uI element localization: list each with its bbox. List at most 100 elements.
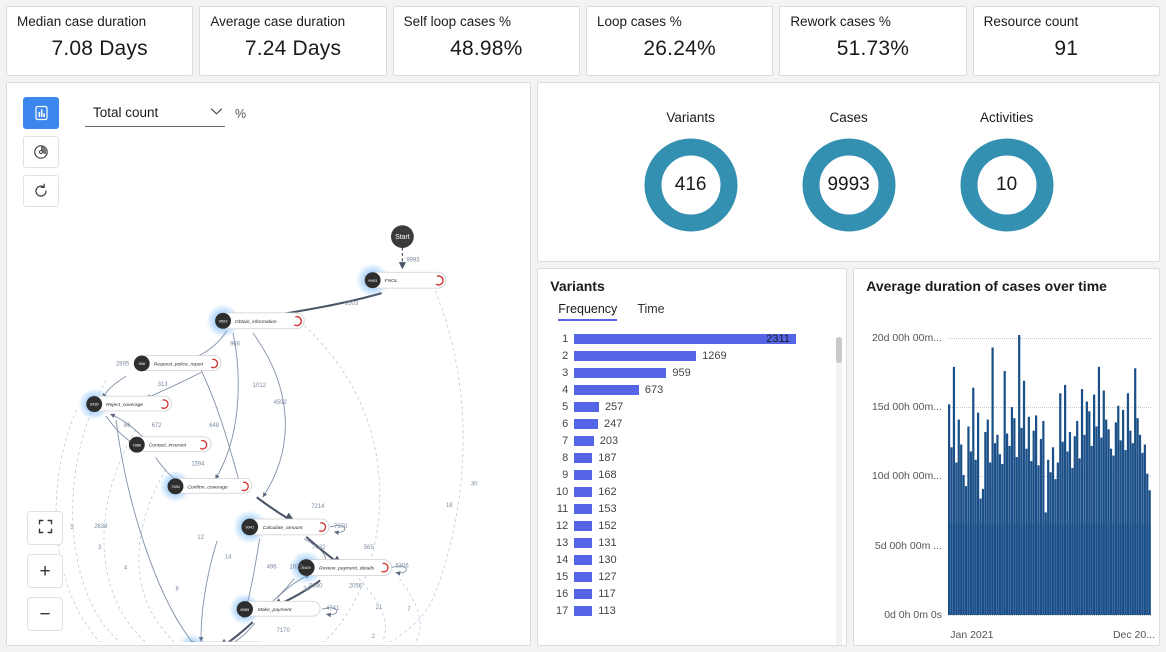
- kpi-value: 51.73%: [836, 37, 910, 60]
- metric-select[interactable]: Total count: [85, 101, 225, 127]
- variant-bar[interactable]: [574, 537, 593, 548]
- process-map-canvas[interactable]: Start End 9993 FNOL: [7, 83, 530, 642]
- variant-bar[interactable]: [574, 418, 598, 429]
- variant-bar-row[interactable]: 11 153: [546, 500, 846, 517]
- variant-bar[interactable]: [574, 503, 593, 514]
- metric-select-group: Total count %: [85, 101, 246, 127]
- variants-title: Variants: [550, 278, 605, 294]
- variants-scrollbar[interactable]: [836, 337, 843, 645]
- minus-icon: −: [39, 603, 51, 625]
- svg-text:8989: 8989: [240, 607, 250, 612]
- variant-value: 673: [644, 383, 664, 396]
- svg-text:4592: 4592: [274, 400, 287, 406]
- svg-text:9993: 9993: [368, 278, 378, 283]
- activity-node-contact-insurant: 7886 Contact_insurant: [128, 436, 212, 453]
- variant-bar-row[interactable]: 1 2311: [546, 330, 846, 347]
- variant-bar[interactable]: [574, 605, 593, 616]
- svg-text:9041: 9041: [245, 525, 254, 530]
- process-graph-panel[interactable]: Total count % Start 9993 FNOL 9503 Obtai…: [6, 82, 532, 646]
- variant-bar-row[interactable]: 13 131: [546, 534, 846, 551]
- variant-value: 1269: [702, 349, 727, 362]
- variant-value: 203: [599, 434, 619, 447]
- variant-bar[interactable]: [574, 469, 593, 480]
- variant-bar[interactable]: [574, 333, 797, 344]
- variants-bar-list[interactable]: 1 2311 2 1269 3 959 4 673 5 257 6 247 7 203 8 187 9 168 10…: [538, 330, 846, 619]
- variant-bar[interactable]: [574, 435, 594, 446]
- zoom-in-button[interactable]: +: [27, 554, 63, 588]
- variant-bar[interactable]: [574, 571, 593, 582]
- activity-node-make-payment: 8989 Make_payment: [228, 593, 321, 626]
- variant-value: 152: [598, 519, 617, 532]
- activity-node-request-police-report: 966 Request_police_report: [133, 355, 222, 372]
- svg-text:1622: 1622: [289, 565, 302, 571]
- performance-view-button[interactable]: [23, 136, 59, 168]
- variant-bar-row[interactable]: 5 257: [546, 398, 846, 415]
- svg-text:34: 34: [303, 586, 310, 592]
- variant-bar-row[interactable]: 6 247: [546, 415, 846, 432]
- variant-value: 162: [598, 485, 617, 498]
- donut-value: 10: [996, 173, 1018, 195]
- variant-rank: 3: [562, 366, 569, 379]
- variants-scrollbar-thumb[interactable]: [836, 337, 843, 363]
- fit-to-screen-button[interactable]: [27, 511, 63, 545]
- variant-bar[interactable]: [574, 367, 667, 378]
- variant-rank: 9: [562, 468, 569, 481]
- variant-bar-row[interactable]: 9 168: [546, 466, 846, 483]
- svg-text:5306: 5306: [395, 564, 409, 570]
- bar-chart-icon: [34, 105, 49, 121]
- variant-bar[interactable]: [574, 588, 593, 599]
- refresh-view-button[interactable]: [23, 175, 59, 207]
- variant-bar-row[interactable]: 12 152: [546, 517, 846, 534]
- kpi-card-median-case-duration: Median case duration 7.08 Days: [6, 6, 194, 76]
- variant-bar-row[interactable]: 16 117: [546, 585, 846, 602]
- variant-bar-row[interactable]: 3 959: [546, 364, 846, 381]
- variant-bar[interactable]: [574, 401, 599, 412]
- variant-bar[interactable]: [574, 554, 593, 565]
- variant-bar-row[interactable]: 10 162: [546, 483, 846, 500]
- variant-value: 153: [598, 502, 617, 515]
- kpi-label: Self loop cases %: [403, 14, 511, 29]
- duration-chart[interactable]: 0d 0h 0m 0s 5d 00h 00m ... 10d 00h 00m... 1…: [854, 299, 1159, 645]
- bottom-panels: Variants Frequency Time 1 2311 2 1269 3 959 4 6…: [537, 268, 1160, 646]
- donut-ring: 9993: [799, 135, 899, 235]
- tab-frequency[interactable]: Frequency: [558, 302, 618, 321]
- metric-select-value: Total count: [93, 104, 159, 120]
- variant-bar[interactable]: [574, 384, 639, 395]
- variant-bar-row[interactable]: 14 130: [546, 551, 846, 568]
- variant-bar-row[interactable]: 15 127: [546, 568, 846, 585]
- variant-bar[interactable]: [574, 486, 593, 497]
- variant-value: 117: [598, 587, 616, 600]
- variant-rank: 1: [562, 332, 569, 345]
- variant-value: 131: [598, 536, 617, 549]
- start-node: Start: [391, 225, 414, 249]
- kpi-value: 91: [1054, 37, 1079, 60]
- donut-title: Activities: [979, 109, 1034, 125]
- svg-text:8: 8: [175, 586, 179, 592]
- tab-time[interactable]: Time: [637, 302, 664, 321]
- svg-text:12: 12: [197, 535, 204, 541]
- zoom-out-button[interactable]: −: [27, 597, 63, 631]
- variant-bar-row[interactable]: 2 1269: [546, 347, 846, 364]
- variant-bar[interactable]: [574, 520, 593, 531]
- variant-value: 113: [598, 604, 616, 617]
- svg-text:9503: 9503: [219, 318, 229, 323]
- refresh-icon: [33, 183, 49, 199]
- variant-rank: 16: [556, 587, 569, 600]
- variant-bar[interactable]: [574, 452, 593, 463]
- donut-value: 9993: [827, 173, 870, 195]
- variant-bar-row[interactable]: 7 203: [546, 432, 846, 449]
- donut-title: Variants: [666, 109, 715, 125]
- kpi-label: Median case duration: [17, 14, 147, 29]
- frequency-view-button[interactable]: [23, 97, 59, 129]
- svg-text:8340: 8340: [309, 583, 323, 589]
- variant-bar-row[interactable]: 4 673: [546, 381, 846, 398]
- variant-value: 168: [598, 468, 617, 481]
- variant-rank: 14: [556, 553, 569, 566]
- variant-bar[interactable]: [574, 350, 697, 361]
- start-node-label: Start: [395, 234, 410, 241]
- svg-text:565: 565: [364, 545, 375, 551]
- variant-bar-row[interactable]: 17 113: [546, 602, 846, 619]
- svg-text:2639: 2639: [94, 524, 108, 530]
- variant-bar-row[interactable]: 8 187: [546, 449, 846, 466]
- svg-text:7: 7: [407, 607, 410, 613]
